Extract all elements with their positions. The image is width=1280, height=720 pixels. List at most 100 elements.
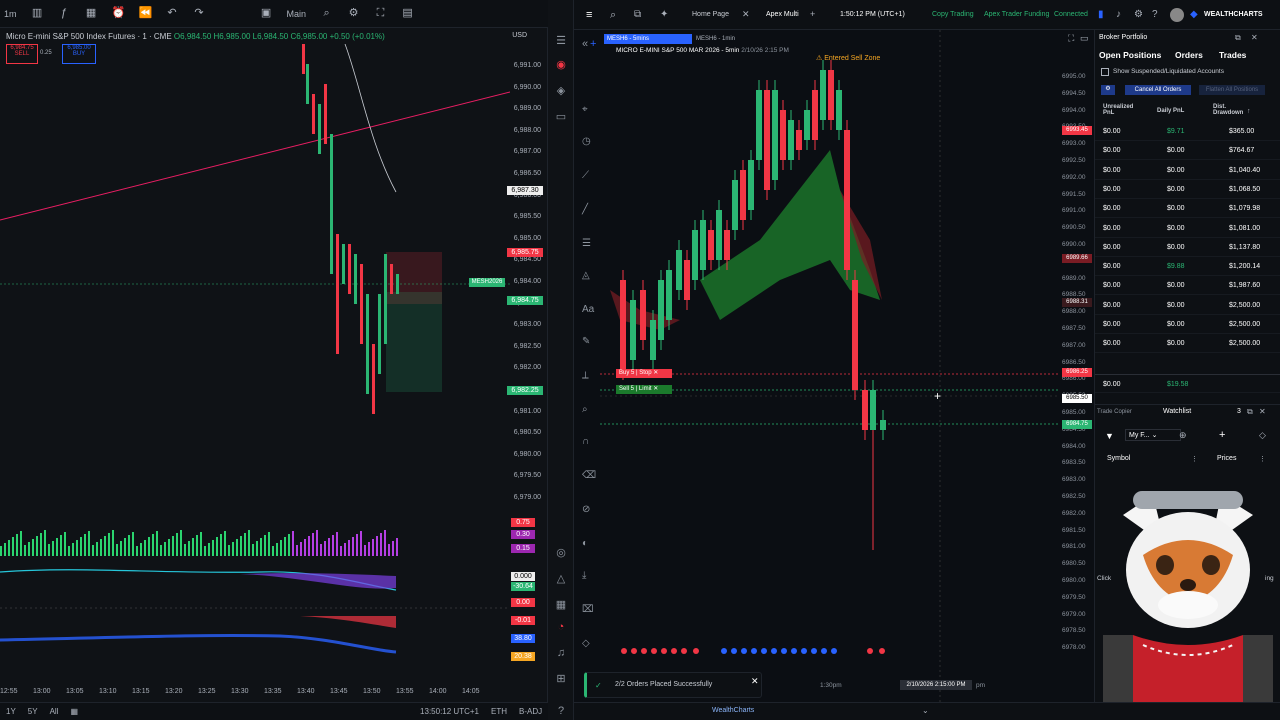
sell-limit-order[interactable]: Sell 5 | Limit ✕	[616, 385, 672, 394]
portfolio-row[interactable]: $0.00 $9.71 $365.00	[1095, 122, 1280, 141]
col-symbol[interactable]: Symbol	[1107, 455, 1130, 462]
portfolio-row[interactable]: $0.00 $0.00 $1,079.98	[1095, 199, 1280, 219]
chevron-down-icon[interactable]: ⌄	[922, 706, 929, 715]
replay-icon[interactable]: ⏪	[139, 7, 153, 20]
magnet-icon[interactable]: ∩	[582, 436, 589, 447]
trash-icon[interactable]: ⌧	[582, 604, 594, 615]
undo-icon[interactable]: ↶	[166, 7, 179, 20]
filter-icon[interactable]: ▼	[1105, 431, 1114, 441]
col-daily[interactable]: Daily PnL	[1157, 108, 1184, 114]
save-icon[interactable]: ▮	[1098, 9, 1104, 20]
settings-icon[interactable]: ⚙	[347, 7, 360, 20]
bell-icon[interactable]: ♫	[554, 646, 568, 660]
calendar-icon[interactable]: ▦	[70, 707, 78, 716]
list-select[interactable]: My F... ⌄	[1125, 429, 1181, 441]
measure-icon[interactable]: ⟂	[582, 370, 589, 381]
fib-icon[interactable]: ☰	[582, 238, 591, 249]
layout-name[interactable]: Main	[287, 9, 307, 19]
portfolio-row[interactable]: $0.00 $0.00 $2,500.00	[1095, 315, 1280, 334]
ray-icon[interactable]: ╱	[582, 204, 588, 215]
flatten-all-button[interactable]: Flatten All Positions	[1199, 85, 1265, 95]
alert-icon[interactable]: ⏰	[112, 7, 126, 20]
help-icon[interactable]: ?	[554, 704, 568, 718]
col-unrealized[interactable]: Unrealized PnL	[1103, 104, 1143, 116]
col-prices[interactable]: Prices	[1217, 455, 1236, 462]
bell-icon[interactable]: ♪	[1116, 9, 1121, 20]
brush-icon[interactable]: ✎	[582, 336, 590, 347]
portfolio-row[interactable]: $0.00 $0.00 $764.67	[1095, 141, 1280, 161]
portfolio-row[interactable]: $0.00 $0.00 $1,081.00	[1095, 219, 1280, 238]
show-suspended-checkbox[interactable]	[1101, 68, 1109, 76]
collapse-icon[interactable]: «	[582, 38, 588, 50]
add-tab-icon[interactable]: +	[810, 9, 815, 19]
toast-close-icon[interactable]: ✕	[751, 676, 759, 687]
buy-stop-order[interactable]: Buy 5 | Stop ✕	[616, 369, 672, 378]
portfolio-row[interactable]: $0.00 $0.00 $1,987.60	[1095, 276, 1280, 296]
tab-orders[interactable]: Orders	[1175, 50, 1203, 60]
indicators-icon[interactable]: ƒ	[58, 7, 71, 20]
col-options-icon[interactable]: ⋮	[1191, 455, 1198, 463]
layout-icon[interactable]: ▣	[260, 7, 273, 20]
range-5y[interactable]: 5Y	[28, 707, 38, 716]
close-icon[interactable]: ✕	[1259, 407, 1266, 416]
expand-icon[interactable]: ⛶	[1068, 33, 1074, 44]
connected-status[interactable]: Connected	[1054, 11, 1088, 18]
snapshot-icon[interactable]: ▤	[401, 7, 414, 20]
watchlist-icon[interactable]: ☰	[554, 34, 568, 48]
trendline-icon[interactable]: ⟋	[582, 170, 589, 181]
utc-clock[interactable]: 13:50:12 UTC+1	[420, 707, 479, 716]
zoom-icon[interactable]: ⌕	[582, 404, 588, 415]
grid-icon[interactable]: ⊞	[554, 672, 568, 686]
range-all[interactable]: All	[50, 707, 59, 716]
reward-zone[interactable]	[386, 292, 442, 392]
pattern-icon[interactable]: ◬	[582, 270, 590, 281]
trend-line[interactable]	[0, 91, 510, 221]
clock-icon[interactable]: ◷	[582, 136, 591, 147]
text-icon[interactable]: Aa	[582, 304, 594, 315]
portfolio-row[interactable]: $0.00 $0.00 $2,500.00	[1095, 296, 1280, 315]
copy-trading-status[interactable]: Copy Trading	[932, 11, 974, 18]
center-price-chart[interactable]	[600, 30, 1060, 702]
settings-icon[interactable]: ⚙	[1134, 9, 1143, 20]
fullscreen-icon[interactable]: ⛶	[374, 7, 387, 20]
close-tab-icon[interactable]: ✕	[742, 9, 750, 20]
tab-trades[interactable]: Trades	[1219, 50, 1246, 60]
drawing-icon[interactable]: △	[554, 572, 568, 586]
left-price-chart[interactable]	[0, 44, 510, 694]
eraser-icon[interactable]: ⌫	[582, 470, 596, 481]
portfolio-row[interactable]: $0.00 $0.00 $1,137.80	[1095, 238, 1280, 257]
center-price-axis[interactable]: 6995.006994.506994.006993.506993.006992.…	[1060, 44, 1094, 684]
copy-icon[interactable]: ⧉	[1235, 33, 1241, 43]
add-circle-icon[interactable]: ⊕	[1179, 430, 1187, 441]
layers-icon[interactable]: ◈	[554, 84, 568, 98]
close-icon[interactable]: ✕	[1251, 33, 1258, 42]
cursor-icon[interactable]: ⌖	[582, 104, 588, 115]
tab-apex[interactable]: Apex Multi	[766, 11, 799, 18]
chat-icon[interactable]: ▭	[554, 110, 568, 124]
templates-icon[interactable]: ▦	[85, 7, 98, 20]
sort-up-icon[interactable]: ↑	[1247, 108, 1251, 115]
target-icon[interactable]: ◎	[554, 546, 568, 560]
search-icon[interactable]: ⌕	[320, 7, 333, 20]
watchlist-tab[interactable]: Watchlist	[1163, 408, 1191, 415]
minimize-icon[interactable]: ▭	[1080, 33, 1089, 44]
tab-open-positions[interactable]: Open Positions	[1099, 50, 1161, 60]
help-icon[interactable]: ?	[1152, 9, 1158, 20]
portfolio-row[interactable]: $0.00 $0.00 $1,040.40	[1095, 161, 1280, 180]
alerts-icon[interactable]: ◉	[554, 58, 568, 72]
adj-toggle[interactable]: B-ADJ	[519, 707, 542, 716]
search-icon[interactable]: ⌕	[610, 9, 616, 22]
tab-home[interactable]: Home Page	[692, 11, 729, 18]
notifications-icon[interactable]: ◔	[554, 620, 568, 634]
trade-copier-tab[interactable]: Trade Copier	[1097, 409, 1132, 415]
footer-brand[interactable]: WealthCharts	[712, 707, 754, 714]
calendar-icon[interactable]: ▦	[554, 598, 568, 612]
lock-icon[interactable]: ⊘	[582, 504, 590, 515]
avatar[interactable]	[1170, 8, 1184, 22]
currency-label[interactable]: USD	[512, 32, 527, 39]
visibility-icon[interactable]: ◐	[582, 538, 588, 549]
funding-status[interactable]: Apex Trader Funding	[984, 11, 1049, 18]
portfolio-row[interactable]: $0.00 $0.00 $1,068.50	[1095, 180, 1280, 199]
session-toggle[interactable]: ETH	[491, 707, 507, 716]
layers-icon[interactable]: ⤓	[582, 570, 586, 581]
